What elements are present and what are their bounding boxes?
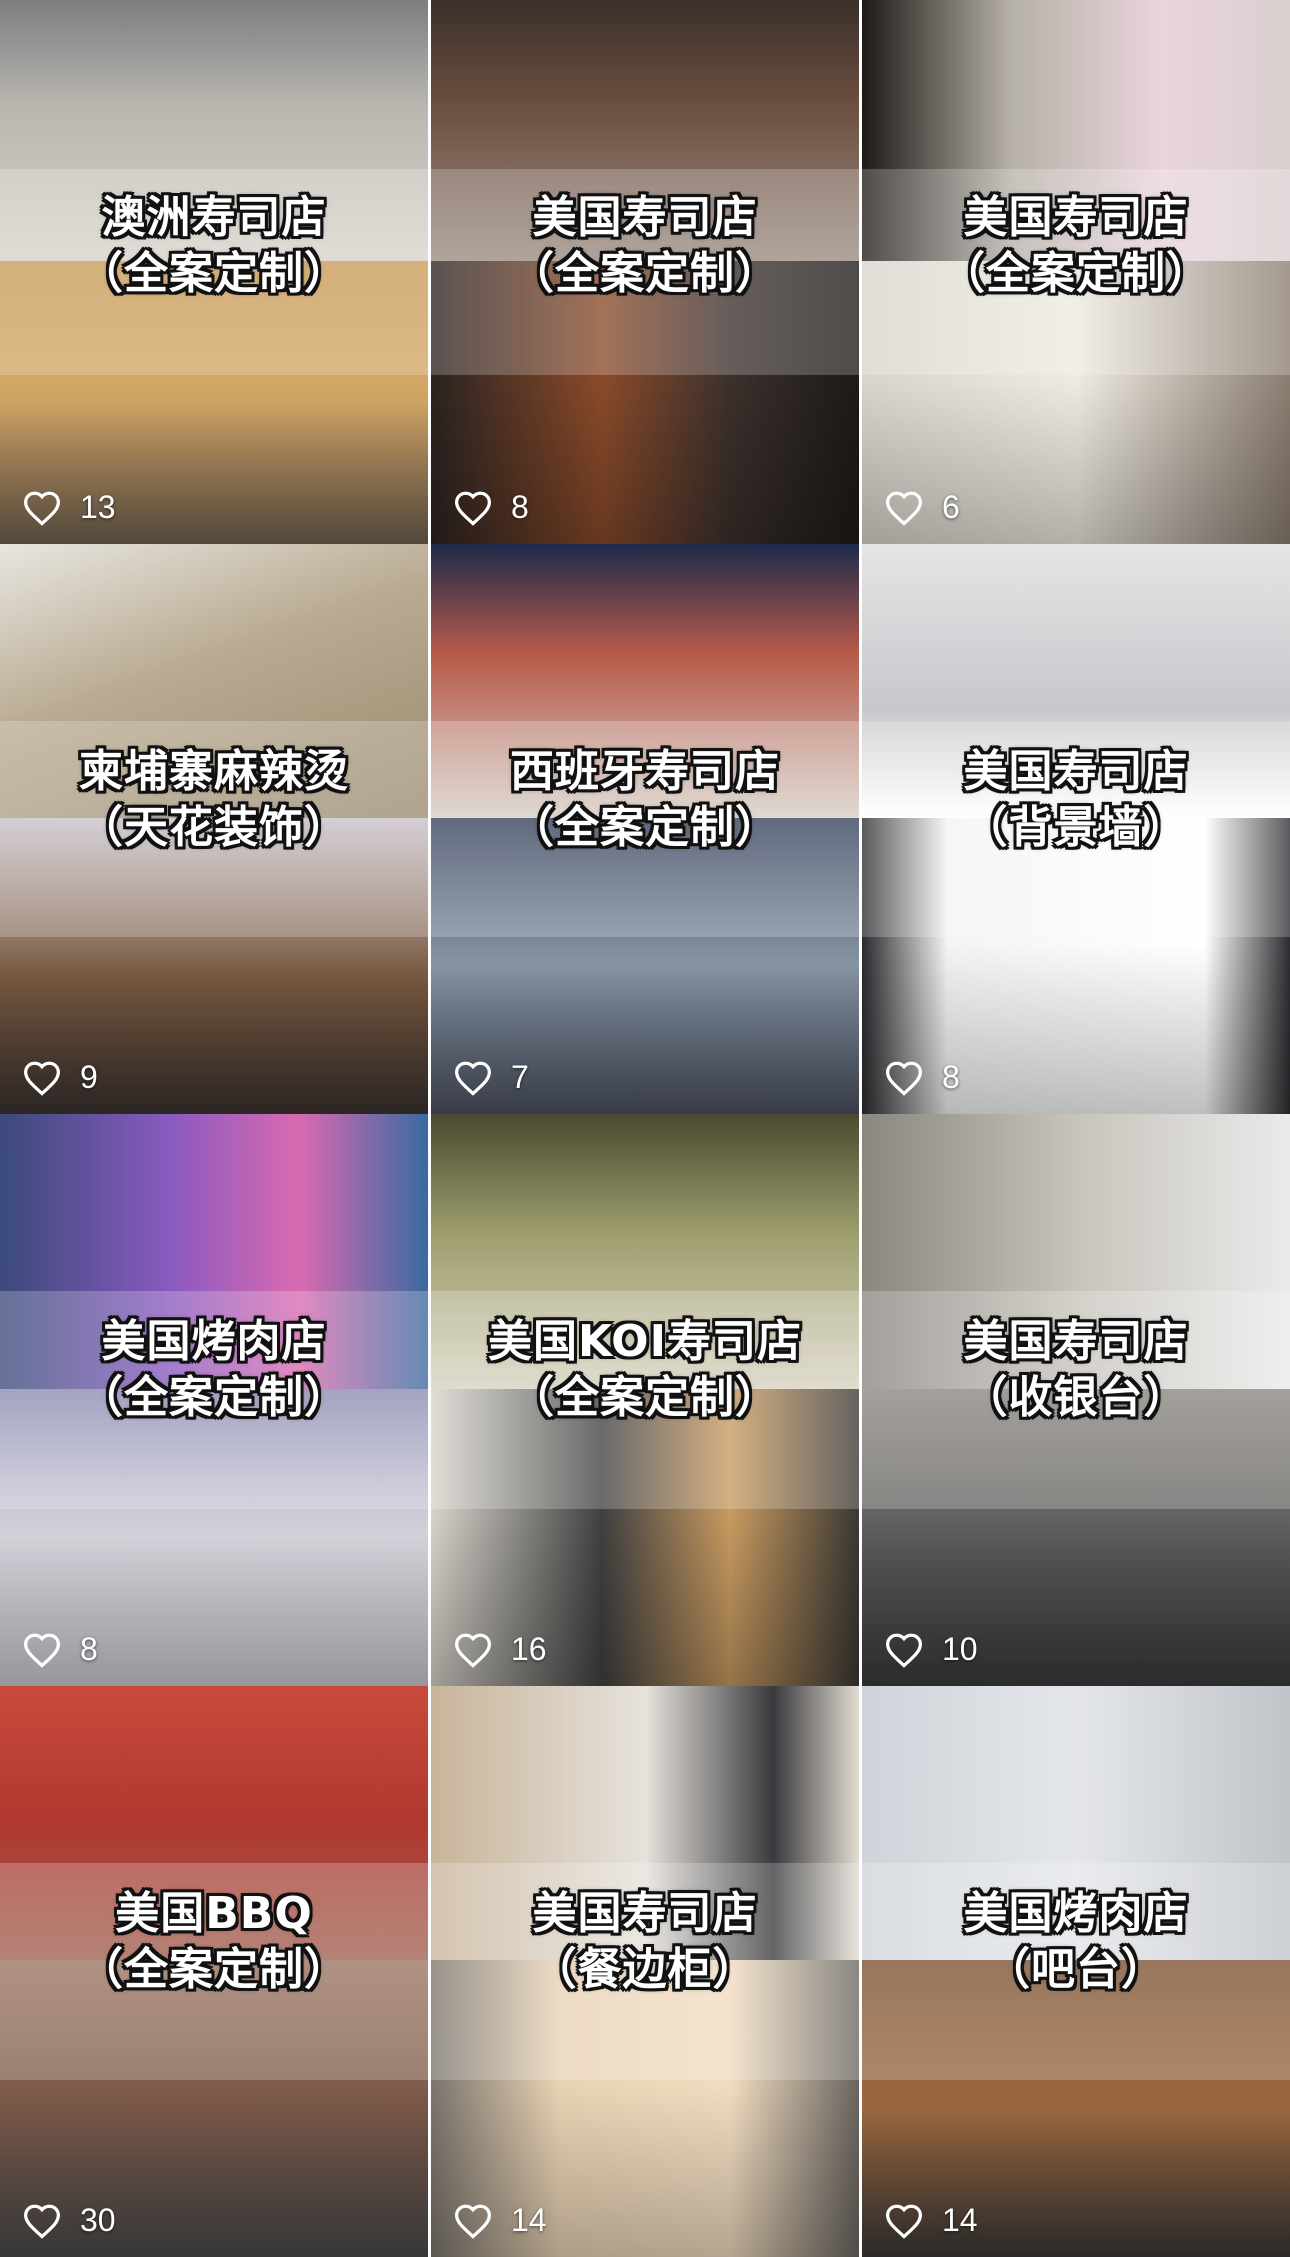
- heart-icon: [453, 490, 493, 526]
- like-count: 8: [884, 1059, 960, 1096]
- caption-subtitle: （全案定制）: [510, 1372, 780, 1424]
- caption-subtitle: （收银台）: [963, 1372, 1189, 1424]
- caption-subtitle: （全案定制）: [510, 248, 780, 300]
- video-tile-11[interactable]: 美国寿司店 （餐边柜） 14: [431, 1686, 859, 2257]
- caption-subtitle: （餐边柜）: [532, 1943, 758, 1995]
- like-count: 14: [453, 2202, 547, 2239]
- like-count-value: 7: [511, 1059, 529, 1095]
- heart-icon: [453, 1060, 493, 1096]
- video-tile-1[interactable]: 澳洲寿司店 （全案定制） 13: [0, 0, 428, 544]
- caption-title: 西班牙寿司店: [510, 745, 780, 797]
- video-grid: 澳洲寿司店 （全案定制） 13 美国寿司店 （全案定制） 8 美国寿司店 （全案…: [0, 0, 1290, 2257]
- video-caption: 美国BBQ （全案定制）: [0, 1886, 428, 1998]
- caption-subtitle: （全案定制）: [79, 1943, 349, 1995]
- like-count-value: 14: [942, 2202, 978, 2238]
- like-count: 7: [453, 1059, 529, 1096]
- video-caption: 柬埔寨麻辣烫 （天花装饰）: [0, 744, 428, 856]
- like-count: 6: [884, 489, 960, 526]
- video-caption: 美国寿司店 （全案定制）: [862, 190, 1290, 302]
- like-count-value: 9: [80, 1059, 98, 1095]
- heart-icon: [884, 490, 924, 526]
- caption-title: 美国BBQ: [115, 1887, 313, 1939]
- caption-title: 美国寿司店: [963, 192, 1189, 244]
- like-count-value: 13: [80, 489, 116, 525]
- video-caption: 美国寿司店 （全案定制）: [431, 190, 859, 302]
- heart-icon: [22, 490, 62, 526]
- like-count-value: 8: [511, 489, 529, 525]
- like-count: 13: [22, 489, 116, 526]
- heart-icon: [884, 2203, 924, 2239]
- like-count-value: 10: [942, 1631, 978, 1667]
- caption-title: 澳洲寿司店: [101, 192, 327, 244]
- video-caption: 美国寿司店 （餐边柜）: [431, 1886, 859, 1998]
- like-count: 14: [884, 2202, 978, 2239]
- video-caption: 美国寿司店 （收银台）: [862, 1314, 1290, 1426]
- video-tile-6[interactable]: 美国寿司店 （背景墙） 8: [862, 544, 1290, 1114]
- video-caption: 西班牙寿司店 （全案定制）: [431, 744, 859, 856]
- video-tile-8[interactable]: 美国KOI寿司店 （全案定制） 16: [431, 1114, 859, 1686]
- caption-title: 美国寿司店: [532, 192, 758, 244]
- video-caption: 澳洲寿司店 （全案定制）: [0, 190, 428, 302]
- video-tile-4[interactable]: 柬埔寨麻辣烫 （天花装饰） 9: [0, 544, 428, 1114]
- caption-title: 柬埔寨麻辣烫: [79, 745, 349, 797]
- heart-icon: [22, 1632, 62, 1668]
- caption-title: 美国KOI寿司店: [488, 1316, 802, 1368]
- video-tile-5[interactable]: 西班牙寿司店 （全案定制） 7: [431, 544, 859, 1114]
- caption-subtitle: （全案定制）: [941, 248, 1211, 300]
- like-count: 8: [453, 489, 529, 526]
- video-caption: 美国烤肉店 （全案定制）: [0, 1314, 428, 1426]
- caption-subtitle: （背景墙）: [963, 801, 1189, 853]
- caption-title: 美国寿司店: [963, 1316, 1189, 1368]
- like-count-value: 16: [511, 1631, 547, 1667]
- video-tile-2[interactable]: 美国寿司店 （全案定制） 8: [431, 0, 859, 544]
- like-count-value: 8: [80, 1631, 98, 1667]
- caption-title: 美国烤肉店: [101, 1316, 327, 1368]
- video-tile-12[interactable]: 美国烤肉店 （吧台） 14: [862, 1686, 1290, 2257]
- like-count-value: 8: [942, 1059, 960, 1095]
- heart-icon: [22, 2203, 62, 2239]
- caption-subtitle: （全案定制）: [510, 801, 780, 853]
- video-tile-9[interactable]: 美国寿司店 （收银台） 10: [862, 1114, 1290, 1686]
- caption-subtitle: （全案定制）: [79, 248, 349, 300]
- like-count: 16: [453, 1631, 547, 1668]
- caption-title: 美国寿司店: [963, 745, 1189, 797]
- caption-title: 美国烤肉店: [963, 1887, 1189, 1939]
- video-caption: 美国烤肉店 （吧台）: [862, 1886, 1290, 1998]
- heart-icon: [22, 1060, 62, 1096]
- heart-icon: [884, 1632, 924, 1668]
- video-tile-3[interactable]: 美国寿司店 （全案定制） 6: [862, 0, 1290, 544]
- like-count: 30: [22, 2202, 116, 2239]
- like-count: 9: [22, 1059, 98, 1096]
- like-count: 8: [22, 1631, 98, 1668]
- video-tile-7[interactable]: 美国烤肉店 （全案定制） 8: [0, 1114, 428, 1686]
- heart-icon: [453, 2203, 493, 2239]
- video-caption: 美国寿司店 （背景墙）: [862, 744, 1290, 856]
- caption-subtitle: （全案定制）: [79, 1372, 349, 1424]
- caption-subtitle: （吧台）: [986, 1943, 1166, 1995]
- caption-title: 美国寿司店: [532, 1887, 758, 1939]
- like-count-value: 30: [80, 2202, 116, 2238]
- like-count-value: 14: [511, 2202, 547, 2238]
- video-tile-10[interactable]: 美国BBQ （全案定制） 30: [0, 1686, 428, 2257]
- heart-icon: [453, 1632, 493, 1668]
- heart-icon: [884, 1060, 924, 1096]
- caption-subtitle: （天花装饰）: [79, 801, 349, 853]
- like-count-value: 6: [942, 489, 960, 525]
- like-count: 10: [884, 1631, 978, 1668]
- video-caption: 美国KOI寿司店 （全案定制）: [431, 1314, 859, 1426]
